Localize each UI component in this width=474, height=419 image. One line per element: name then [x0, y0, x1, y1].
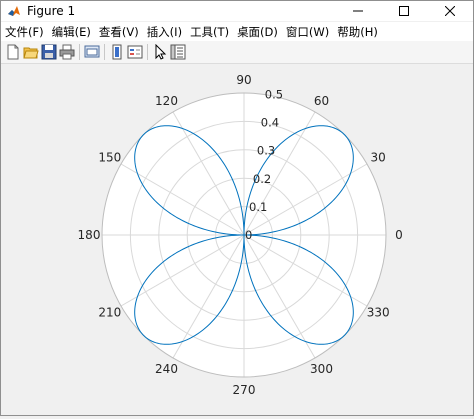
menu-edit[interactable]: 编辑(E) — [48, 24, 95, 40]
theta-tick-label: 210 — [98, 306, 121, 320]
theta-tick-label: 0 — [395, 228, 403, 242]
toolbar-separator — [104, 44, 105, 60]
maximize-icon — [399, 6, 409, 16]
menu-file[interactable]: 文件(F) — [1, 24, 48, 40]
theta-tick-label: 30 — [371, 151, 386, 165]
theta-tick-label: 330 — [367, 306, 390, 320]
theta-tick-label: 60 — [314, 94, 329, 108]
close-button[interactable] — [427, 1, 473, 21]
r-tick-label: 0 — [245, 228, 252, 242]
minimize-icon — [353, 10, 363, 12]
insert-colorbar-icon[interactable] — [109, 44, 125, 60]
r-tick-label: 0.1 — [249, 200, 267, 214]
theta-tick-label: 180 — [78, 228, 101, 242]
menu-window[interactable]: 窗口(W) — [282, 24, 333, 40]
maximize-button[interactable] — [381, 1, 427, 21]
menu-tools[interactable]: 工具(T) — [186, 24, 233, 40]
theta-tick-label: 150 — [98, 151, 121, 165]
insert-legend-icon[interactable] — [127, 44, 143, 60]
menu-help[interactable]: 帮助(H) — [333, 24, 382, 40]
theta-tick-label: 90 — [236, 73, 251, 87]
theta-tick-label: 120 — [155, 94, 178, 108]
print-icon[interactable] — [59, 44, 75, 60]
menu-view[interactable]: 查看(V) — [95, 24, 143, 40]
r-tick-label: 0.2 — [253, 172, 271, 186]
close-icon — [445, 6, 455, 16]
polar-plot[interactable]: 0 30 60 90 120 150 180 210 240 270 300 330 0 0.1 0.2 0.… — [1, 64, 473, 415]
matlab-logo-icon — [7, 4, 21, 18]
edit-plot-icon[interactable] — [152, 44, 168, 60]
toolbar-separator — [147, 44, 148, 60]
link-plot-icon[interactable] — [84, 44, 100, 60]
r-tick-label: 0.5 — [265, 87, 283, 101]
window-title: Figure 1 — [27, 4, 76, 18]
theta-tick-label: 270 — [233, 383, 256, 397]
toolbar-separator — [79, 44, 80, 60]
new-figure-icon[interactable] — [5, 44, 21, 60]
r-tick-label: 0.4 — [261, 116, 279, 130]
save-icon[interactable] — [41, 44, 57, 60]
menu-insert[interactable]: 插入(I) — [143, 24, 186, 40]
r-tick-label: 0.3 — [257, 144, 275, 158]
menu-bar: 文件(F) 编辑(E) 查看(V) 插入(I) 工具(T) 桌面(D) 窗口(W… — [1, 22, 473, 41]
property-inspector-icon[interactable] — [170, 44, 186, 60]
figure-canvas: 0 30 60 90 120 150 180 210 240 270 300 330 0 0.1 0.2 0.… — [1, 64, 473, 415]
minimize-button[interactable] — [335, 1, 381, 21]
theta-tick-label: 300 — [310, 362, 333, 376]
menu-desktop[interactable]: 桌面(D) — [233, 24, 282, 40]
open-file-icon[interactable] — [23, 44, 39, 60]
title-bar: Figure 1 — [1, 1, 473, 21]
theta-tick-label: 240 — [155, 362, 178, 376]
toolbar — [1, 41, 473, 64]
figure-window: Figure 1 文件(F) 编辑(E) 查看(V) 插入(I) 工具(T) 桌… — [0, 0, 474, 416]
